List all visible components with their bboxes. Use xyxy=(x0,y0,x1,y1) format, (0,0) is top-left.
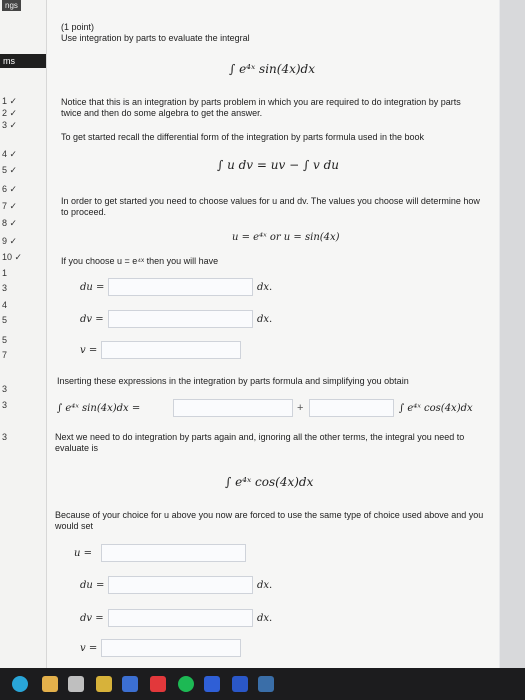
sidebar: ngs ms 1 ✓ 2 ✓ 3 ✓ 4 ✓ 5 ✓ 6 ✓ 7 ✓ 8 ✓ 9… xyxy=(0,0,47,668)
dv-input[interactable] xyxy=(108,310,253,328)
plus-sign: + xyxy=(297,402,304,414)
sidebar-problem-item[interactable]: 1 xyxy=(2,268,7,278)
main-integral: ∫ e⁴ˣ sin(4x)dx xyxy=(229,62,315,76)
v-input-2[interactable] xyxy=(101,639,241,657)
second-integral: ∫ e⁴ˣ cos(4x)dx xyxy=(225,475,314,489)
v-label: v = xyxy=(80,345,98,356)
du-input[interactable] xyxy=(108,278,253,296)
sidebar-problem-item[interactable]: 5 xyxy=(2,315,7,325)
sidebar-problem-item[interactable]: 4 xyxy=(2,300,7,310)
sidebar-problem-item[interactable]: 3 xyxy=(2,283,7,293)
sidebar-section-header: ms xyxy=(0,54,46,68)
sidebar-problem-item[interactable]: 2 ✓ xyxy=(2,108,17,119)
browser-edge xyxy=(500,0,525,668)
notice-text: Notice that this is an integration by pa… xyxy=(61,97,461,118)
sidebar-problem-item[interactable]: 10 ✓ xyxy=(2,252,22,263)
inserting-text: Inserting these expressions in the integ… xyxy=(57,376,409,386)
equation-right: ∫ e⁴ˣ cos(4x)dx xyxy=(399,403,473,414)
first-term-input[interactable] xyxy=(173,399,293,417)
spotify-icon[interactable] xyxy=(178,676,194,692)
dx-label: dx. xyxy=(257,314,273,325)
sidebar-problem-item[interactable]: 7 ✓ xyxy=(2,201,17,212)
equation-left: ∫ e⁴ˣ sin(4x)dx = xyxy=(57,403,141,414)
video-icon[interactable] xyxy=(258,676,274,692)
sidebar-problem-item[interactable]: 3 xyxy=(2,384,7,394)
app-icon[interactable] xyxy=(232,676,248,692)
next-text: Next we need to do integration by parts … xyxy=(55,432,465,453)
du-input-2[interactable] xyxy=(108,576,253,594)
file-explorer-icon[interactable] xyxy=(42,676,58,692)
because-text: Because of your choice for u above you n… xyxy=(55,510,484,531)
sidebar-problem-item[interactable]: 8 ✓ xyxy=(2,218,17,229)
points-label: (1 point) xyxy=(61,22,95,32)
choose-text: In order to get started you need to choo… xyxy=(61,196,480,217)
sidebar-problem-item[interactable]: 4 ✓ xyxy=(2,149,17,160)
dv-label: dv = xyxy=(80,613,104,624)
choice-options: u = e⁴ˣ or u = sin(4x) xyxy=(232,232,340,243)
problem-intro: Use integration by parts to evaluate the… xyxy=(61,33,250,43)
mail-icon[interactable] xyxy=(122,676,138,692)
sidebar-problem-item[interactable]: 3 xyxy=(2,432,7,442)
problem-panel: (1 point) Use integration by parts to ev… xyxy=(47,0,499,668)
ibp-formula: ∫ u dv = uv − ∫ v du xyxy=(217,158,340,172)
du-label: du = xyxy=(80,282,105,293)
dx-label: dx. xyxy=(257,282,273,293)
du-label: du = xyxy=(80,580,105,591)
office-icon[interactable] xyxy=(150,676,166,692)
if-choose-text: If you choose u = e⁴ˣ then you will have xyxy=(61,256,219,266)
sidebar-problem-item[interactable]: 9 ✓ xyxy=(2,236,17,247)
dv-input-2[interactable] xyxy=(108,609,253,627)
dx-label: dx. xyxy=(257,580,273,591)
v-label: v = xyxy=(80,643,98,654)
dx-label: dx. xyxy=(257,613,273,624)
recall-text: To get started recall the differential f… xyxy=(61,132,425,142)
sidebar-problem-item[interactable]: 3 ✓ xyxy=(2,120,17,131)
sidebar-problem-item[interactable]: 5 ✓ xyxy=(2,165,17,176)
sidebar-problem-item[interactable]: 7 xyxy=(2,350,7,360)
calculator-icon[interactable] xyxy=(204,676,220,692)
sidebar-problem-item[interactable]: 1 ✓ xyxy=(2,96,17,107)
sidebar-problem-item[interactable]: 5 xyxy=(2,335,7,345)
folder-icon[interactable] xyxy=(96,676,112,692)
sidebar-problem-item[interactable]: 6 ✓ xyxy=(2,184,17,195)
v-input[interactable] xyxy=(101,341,241,359)
taskbar xyxy=(0,668,525,700)
store-icon[interactable] xyxy=(68,676,84,692)
sidebar-problem-item[interactable]: 3 xyxy=(2,400,7,410)
sidebar-top-label: ngs xyxy=(2,0,21,11)
u-input[interactable] xyxy=(101,544,246,562)
u-label: u = xyxy=(74,548,92,559)
edge-browser-icon[interactable] xyxy=(12,676,28,692)
dv-label: dv = xyxy=(80,314,104,325)
coefficient-input[interactable] xyxy=(309,399,394,417)
